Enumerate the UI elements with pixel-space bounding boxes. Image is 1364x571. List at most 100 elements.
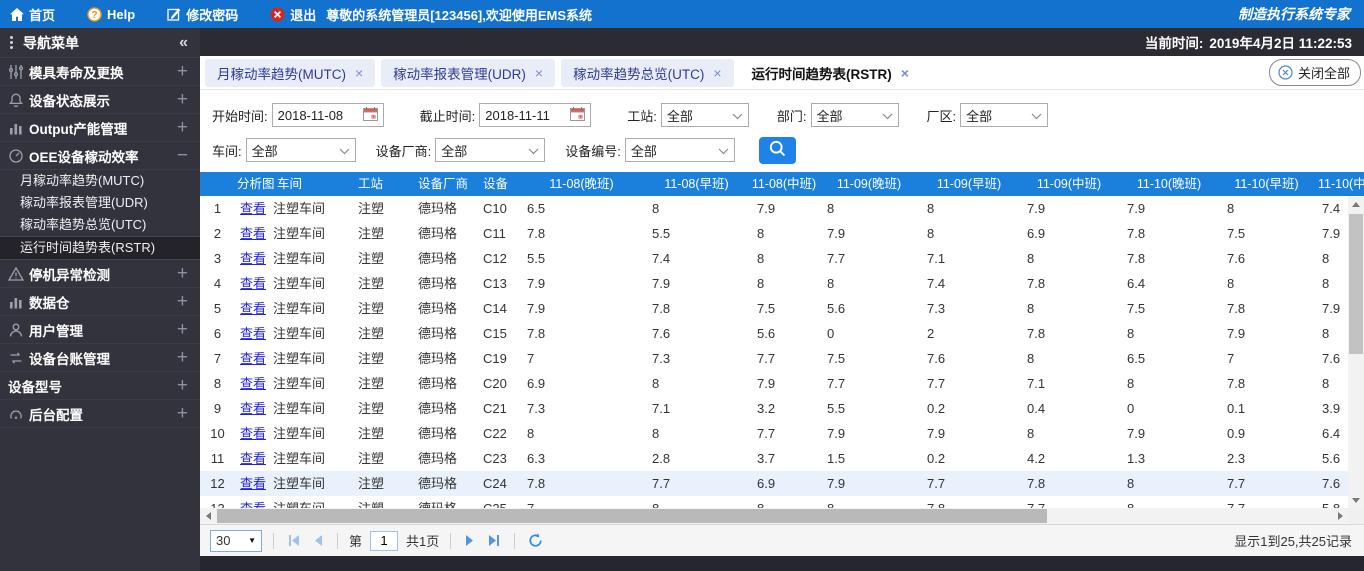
sidebar-item-oee-utilization[interactable]: OEE设备稼动效率 − bbox=[0, 142, 200, 170]
sidebar-item-downtime-anomaly[interactable]: 停机异常检测 + bbox=[0, 260, 200, 288]
station-cell: 注塑 bbox=[358, 401, 385, 416]
view-link[interactable]: 查看 bbox=[240, 476, 266, 491]
sidebar-subitem-utc[interactable]: 稼动率趋势总览(UTC) bbox=[0, 214, 200, 236]
close-circle-icon bbox=[1278, 65, 1293, 80]
filter-label: 截止时间: bbox=[419, 108, 476, 124]
shift-value-cell: 7.6 bbox=[652, 326, 671, 341]
tab-utc[interactable]: 稼动率趋势总览(UTC) × bbox=[561, 58, 734, 87]
scroll-down-arrow[interactable] bbox=[1348, 492, 1364, 508]
filter-end-date: 截止时间: 2018-11-11 17 bbox=[420, 103, 592, 127]
start-date-input[interactable]: 2018-11-08 17 bbox=[271, 103, 384, 127]
page-number-input[interactable] bbox=[370, 530, 399, 551]
view-link[interactable]: 查看 bbox=[240, 376, 266, 391]
shift-value-cell: 7.7 bbox=[1219, 496, 1314, 508]
tab-close-icon[interactable]: × bbox=[535, 66, 543, 80]
shift-value-cell: 8 bbox=[1227, 201, 1235, 216]
sidebar-item-device-ledger[interactable]: 设备台账管理 + bbox=[0, 344, 200, 372]
view-link[interactable]: 查看 bbox=[240, 201, 266, 216]
device-no-select[interactable]: 全部 bbox=[624, 138, 735, 162]
collapse-sidebar-button[interactable]: « bbox=[179, 34, 188, 52]
sidebar-subitem-mutc[interactable]: 月稼动率趋势(MUTC) bbox=[0, 170, 200, 192]
station-select[interactable]: 全部 bbox=[660, 103, 749, 127]
plus-icon[interactable]: + bbox=[177, 404, 188, 423]
view-link[interactable]: 查看 bbox=[240, 276, 266, 291]
shift-value-cell: 0.1 bbox=[1227, 401, 1246, 416]
shift-value-cell: 2 bbox=[927, 326, 935, 341]
chevron-down-icon bbox=[732, 108, 743, 123]
view-link[interactable]: 查看 bbox=[240, 251, 266, 266]
refresh-button[interactable] bbox=[528, 533, 543, 548]
vertical-scrollbar-thumb[interactable] bbox=[1349, 214, 1363, 354]
sidebar-item-device-model[interactable]: 设备型号 + bbox=[0, 372, 200, 400]
device-cell: C25 bbox=[479, 496, 519, 508]
home-button[interactable]: 首页 bbox=[10, 5, 55, 24]
workshop-select[interactable]: 全部 bbox=[245, 138, 356, 162]
view-link[interactable]: 查看 bbox=[240, 351, 266, 366]
view-link[interactable]: 查看 bbox=[240, 326, 266, 341]
shift-value-cell: 8 bbox=[1027, 301, 1035, 316]
logout-button[interactable]: 退出 bbox=[270, 5, 316, 24]
tab-rstr[interactable]: 运行时间趋势表(RSTR) × bbox=[739, 58, 921, 87]
analysis-chart-cell: 查看 bbox=[235, 271, 269, 296]
plus-icon[interactable]: + bbox=[177, 376, 188, 395]
minus-icon[interactable]: − bbox=[177, 146, 188, 165]
shift-value-cell: 8 bbox=[757, 226, 765, 241]
plus-icon[interactable]: + bbox=[177, 118, 188, 137]
shift-value-cell: 8 bbox=[757, 276, 765, 291]
tab-close-icon[interactable]: × bbox=[713, 66, 721, 80]
tab-close-icon[interactable]: × bbox=[355, 66, 363, 80]
change-password-button[interactable]: 修改密码 bbox=[167, 5, 238, 24]
plant-select[interactable]: 全部 bbox=[960, 103, 1049, 127]
plus-icon[interactable]: + bbox=[177, 320, 188, 339]
row-number-cell: 1 bbox=[213, 201, 222, 216]
table-row: 11 查看 注塑车间 注塑 德玛格 C23 6.3 2.8 3.7 1.5 0.2 4.2 1.3 2.3… bbox=[200, 446, 1348, 471]
sidebar-item-device-status[interactable]: 设备状态展示 + bbox=[0, 86, 200, 114]
vendor-select[interactable]: 全部 bbox=[435, 138, 546, 162]
view-link[interactable]: 查看 bbox=[240, 226, 266, 241]
scroll-right-arrow[interactable] bbox=[1332, 508, 1348, 524]
department-select[interactable]: 全部 bbox=[810, 103, 899, 127]
sidebar-subitem-udr[interactable]: 稼动率报表管理(UDR) bbox=[0, 192, 200, 214]
page-size-select[interactable]: 30 ▼ bbox=[210, 529, 262, 552]
plus-icon[interactable]: + bbox=[177, 90, 188, 109]
vertical-scrollbar[interactable] bbox=[1348, 196, 1364, 508]
scroll-up-arrow[interactable] bbox=[1348, 196, 1364, 212]
last-page-button[interactable] bbox=[485, 535, 503, 546]
end-date-calendar-button[interactable]: 17 bbox=[570, 106, 586, 124]
shift-value-cell: 6.4 bbox=[1322, 426, 1341, 441]
scroll-left-arrow[interactable] bbox=[200, 508, 216, 524]
view-link[interactable]: 查看 bbox=[240, 301, 266, 316]
help-button[interactable]: ? Help bbox=[87, 7, 135, 22]
prev-page-button[interactable] bbox=[311, 535, 326, 546]
view-link[interactable]: 查看 bbox=[240, 401, 266, 416]
plus-icon[interactable]: + bbox=[177, 264, 188, 283]
sidebar-item-user-management[interactable]: 用户管理 + bbox=[0, 316, 200, 344]
plus-icon[interactable]: + bbox=[177, 292, 188, 311]
first-page-button[interactable] bbox=[285, 535, 303, 546]
sidebar-item-mould-life[interactable]: 模具寿命及更换 + bbox=[0, 58, 200, 86]
sidebar-subitem-rstr[interactable]: 运行时间趋势表(RSTR) bbox=[0, 236, 200, 260]
plus-icon[interactable]: + bbox=[177, 348, 188, 367]
horizontal-scrollbar-thumb[interactable] bbox=[217, 509, 1047, 523]
sidebar-item-backend-config[interactable]: 后台配置 + bbox=[0, 400, 200, 428]
bottom-strip bbox=[200, 556, 1364, 571]
sidebar-item-output-capacity[interactable]: Output产能管理 + bbox=[0, 114, 200, 142]
shift-value-cell: 7.9 bbox=[1027, 201, 1046, 216]
shift-value-cell: 7.5 bbox=[757, 301, 776, 316]
plus-icon[interactable]: + bbox=[177, 62, 188, 81]
horizontal-scrollbar[interactable] bbox=[200, 508, 1348, 524]
view-link[interactable]: 查看 bbox=[240, 426, 266, 441]
tab-udr[interactable]: 稼动率报表管理(UDR) × bbox=[381, 58, 556, 87]
close-all-button[interactable]: 关闭全部 bbox=[1268, 59, 1361, 86]
tab-label: 月稼动率趋势(MUTC) bbox=[217, 66, 346, 82]
tab-close-icon[interactable]: × bbox=[901, 66, 909, 80]
search-button[interactable] bbox=[758, 136, 796, 164]
next-page-button[interactable] bbox=[462, 535, 477, 546]
view-link[interactable]: 查看 bbox=[240, 501, 266, 508]
end-date-input[interactable]: 2018-11-11 17 bbox=[479, 103, 592, 127]
view-link[interactable]: 查看 bbox=[240, 451, 266, 466]
filter-start-date: 开始时间: 2018-11-08 17 bbox=[212, 103, 384, 127]
sidebar-item-data-warehouse[interactable]: 数据仓 + bbox=[0, 288, 200, 316]
start-date-calendar-button[interactable]: 17 bbox=[362, 106, 378, 124]
tab-mutc[interactable]: 月稼动率趋势(MUTC) × bbox=[205, 58, 376, 87]
